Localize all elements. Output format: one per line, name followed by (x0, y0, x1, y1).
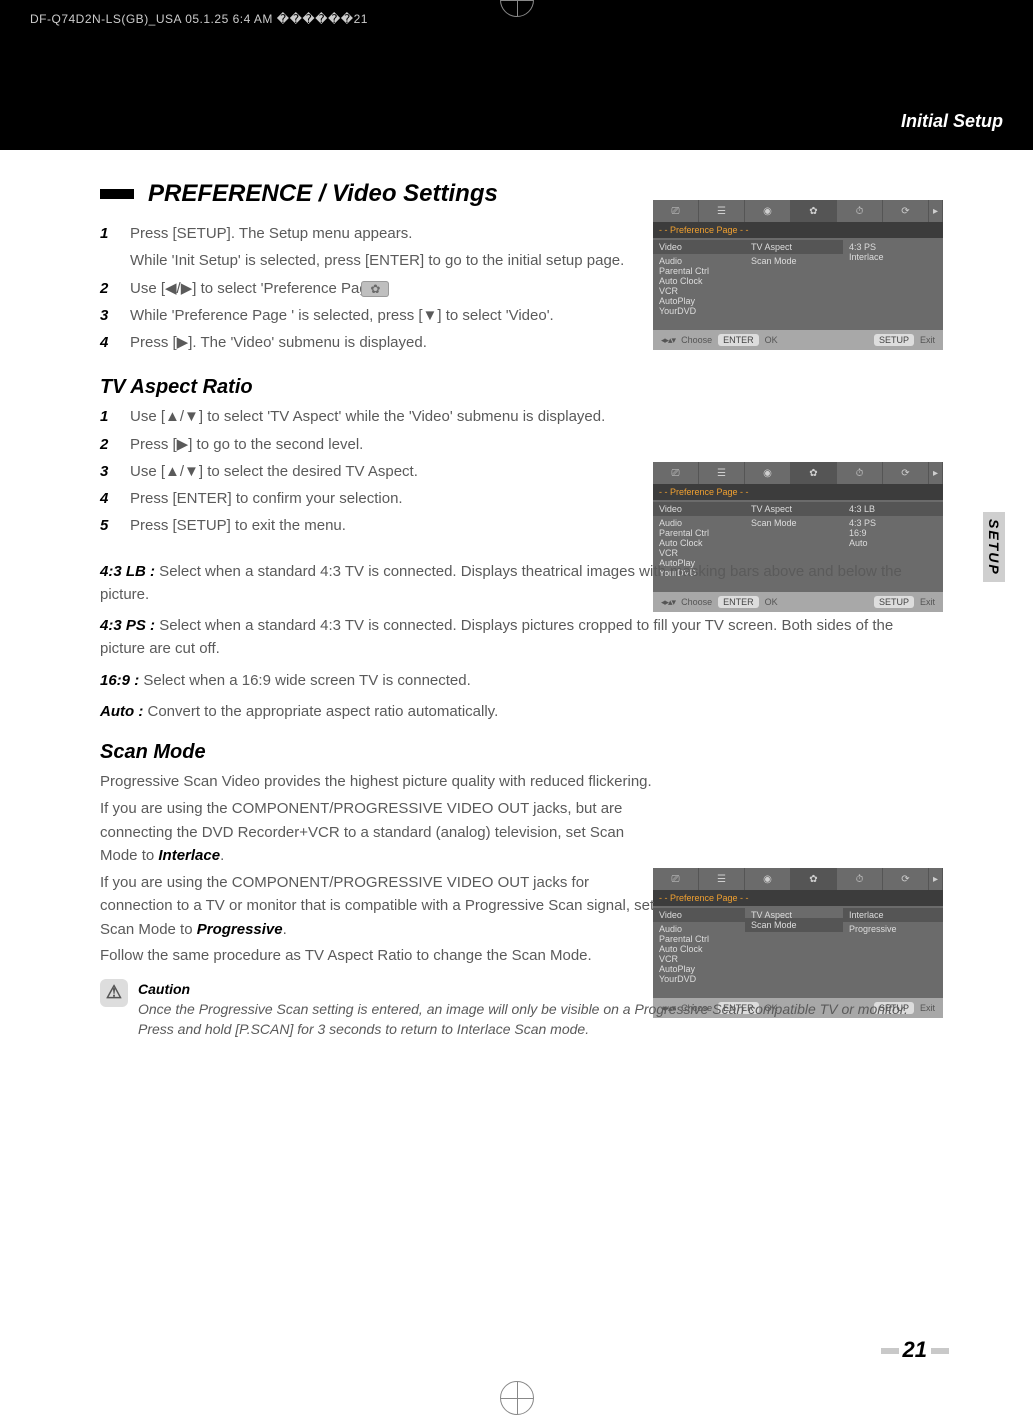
scan-bullet-progressive: If you are using the COMPONENT/PROGRESSI… (100, 871, 660, 941)
breadcrumb: Initial Setup (901, 111, 1003, 132)
scan-intro: Progressive Scan Video provides the high… (100, 770, 660, 793)
tva-step-5: Press [SETUP] to exit the menu. (130, 514, 660, 537)
tva-step-3: Use [▲/▼] to select the desired TV Aspec… (130, 460, 660, 483)
scan-bullet-interlace: If you are using the COMPONENT/PROGRESSI… (100, 797, 660, 867)
tva-step-1: Use [▲/▼] to select 'TV Aspect' while th… (130, 405, 660, 428)
tva-step-4: Press [ENTER] to confirm your selection. (130, 487, 660, 510)
gear-icon (361, 281, 389, 297)
step-4: Press [▶]. The 'Video' submenu is displa… (130, 331, 660, 354)
def-43ps: 4:3 PS : Select when a standard 4:3 TV i… (100, 614, 920, 661)
scan-follow: Follow the same procedure as TV Aspect R… (100, 947, 943, 964)
header-bar: DF-Q74D2N-LS(GB)_USA 05.1.25 6:4 AM ����… (0, 0, 1033, 150)
def-auto: Auto : Convert to the appropriate aspect… (100, 700, 920, 723)
tva-step-2: Press [▶] to go to the second level. (130, 433, 660, 456)
registration-mark-bottom (500, 1381, 534, 1415)
subsection-scan-mode: Scan Mode (100, 741, 943, 764)
subsection-tv-aspect: TV Aspect Ratio (100, 376, 943, 399)
step-3: While 'Preference Page ' is selected, pr… (130, 304, 660, 327)
step-1: Press [SETUP]. The Setup menu appears. (130, 222, 660, 245)
section-title: PREFERENCE / Video Settings (148, 180, 498, 208)
step-1-sub: While 'Init Setup' is selected, press [E… (130, 249, 660, 272)
step-number: 1 (100, 222, 116, 245)
step-2: Use [◀/▶] to select 'Preference Page '. (130, 277, 660, 300)
caution-text: Caution Once the Progressive Scan settin… (138, 979, 938, 1040)
def-169: 16:9 : Select when a 16:9 wide screen TV… (100, 669, 920, 692)
page-number: 21 (877, 1337, 953, 1363)
caution-icon: ⚠ (100, 979, 128, 1007)
section-bar-icon (100, 189, 134, 199)
def-43lb: 4:3 LB : Select when a standard 4:3 TV i… (100, 560, 920, 607)
